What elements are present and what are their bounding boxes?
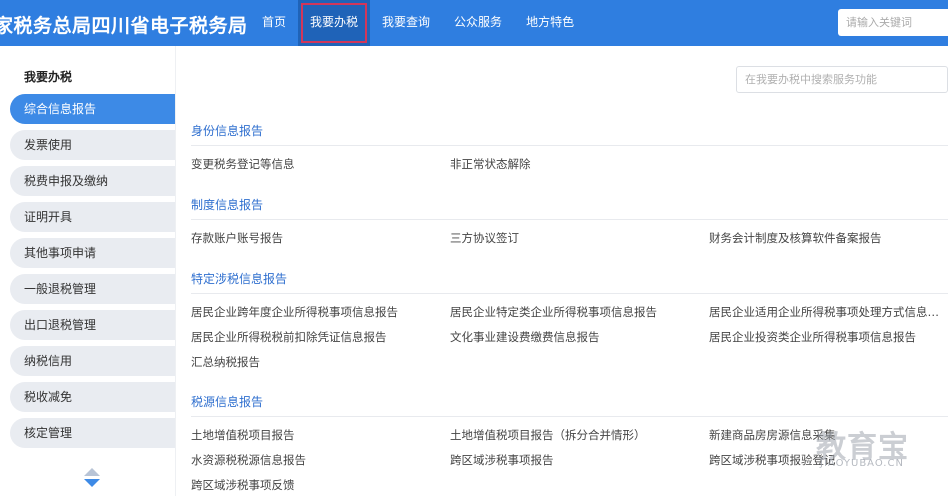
link-cultural-fee-report[interactable]: 文化事业建设费缴费信息报告 bbox=[450, 329, 600, 345]
link-cit-treatment-report[interactable]: 居民企业适用企业所得税事项处理方式信息… bbox=[709, 304, 939, 320]
sidebar-item-certificate[interactable]: 证明开具 bbox=[10, 202, 175, 232]
link-cross-year-cit-report[interactable]: 居民企业跨年度企业所得税事项信息报告 bbox=[191, 304, 398, 320]
sidebar-item-tax-filing[interactable]: 税费申报及缴纳 bbox=[10, 166, 175, 196]
section-divider bbox=[191, 416, 948, 417]
main-nav: 首页 我要办税 我要查询 公众服务 地方特色 bbox=[250, 0, 586, 46]
header-search-box bbox=[838, 9, 948, 36]
service-search-input[interactable] bbox=[745, 67, 947, 92]
site-brand: 家税务总局四川省电子税务局 bbox=[0, 15, 248, 37]
sidebar-item-general-refund[interactable]: 一般退税管理 bbox=[10, 274, 175, 304]
sidebar-item-invoice-use[interactable]: 发票使用 bbox=[10, 130, 175, 160]
top-header: 家税务总局四川省电子税务局 首页 我要办税 我要查询 公众服务 地方特色 bbox=[0, 0, 948, 46]
sidebar-item-comprehensive-report[interactable]: 综合信息报告 bbox=[10, 94, 175, 124]
sidebar-title: 我要办税 bbox=[24, 70, 73, 84]
link-pretax-deduction-report[interactable]: 居民企业所得税税前扣除凭证信息报告 bbox=[191, 329, 387, 345]
section-title-institution: 制度信息报告 bbox=[191, 198, 264, 212]
link-water-resource-tax[interactable]: 水资源税税源信息报告 bbox=[191, 452, 306, 468]
link-consolidated-tax-report[interactable]: 汇总纳税报告 bbox=[191, 354, 260, 370]
nav-public-service[interactable]: 公众服务 bbox=[442, 0, 514, 46]
sidebar-item-other-applications[interactable]: 其他事项申请 bbox=[10, 238, 175, 268]
link-investment-cit-report[interactable]: 居民企业投资类企业所得税事项信息报告 bbox=[709, 329, 916, 345]
sidebar-item-assessment[interactable]: 核定管理 bbox=[10, 418, 175, 448]
link-cross-region-feedback[interactable]: 跨区域涉税事项反馈 bbox=[191, 477, 295, 493]
section-divider bbox=[191, 219, 948, 220]
sidebar-item-export-refund[interactable]: 出口退税管理 bbox=[10, 310, 175, 340]
section-title-specific-tax: 特定涉税信息报告 bbox=[191, 272, 288, 286]
nav-local-features[interactable]: 地方特色 bbox=[514, 0, 586, 46]
header-search-input[interactable] bbox=[846, 9, 948, 36]
nav-query[interactable]: 我要查询 bbox=[370, 0, 442, 46]
section-divider bbox=[191, 145, 948, 146]
link-accounting-system-filing[interactable]: 财务会计制度及核算软件备案报告 bbox=[709, 230, 882, 246]
section-divider bbox=[191, 293, 948, 294]
watermark-url: JIAOYUBAO.CN bbox=[820, 458, 904, 469]
service-search-box bbox=[736, 66, 948, 93]
sidebar-scroll-control[interactable] bbox=[84, 468, 102, 487]
watermark-logo: 教育宝 JIAOYUBAO.CN bbox=[810, 418, 948, 496]
link-land-vat-project[interactable]: 土地增值税项目报告 bbox=[191, 427, 295, 443]
sidebar-item-tax-reduction[interactable]: 税收减免 bbox=[10, 382, 175, 412]
link-abnormal-status-release[interactable]: 非正常状态解除 bbox=[450, 156, 531, 172]
nav-tax-handling[interactable]: 我要办税 bbox=[298, 0, 371, 46]
link-tripartite-agreement[interactable]: 三方协议签订 bbox=[450, 230, 519, 246]
link-land-vat-split-merge[interactable]: 土地增值税项目报告（拆分合并情形） bbox=[450, 427, 646, 443]
section-title-identity: 身份信息报告 bbox=[191, 124, 264, 138]
sidebar-item-tax-credit[interactable]: 纳税信用 bbox=[10, 346, 175, 376]
scroll-up-icon[interactable] bbox=[84, 468, 100, 476]
scroll-down-icon[interactable] bbox=[84, 479, 100, 487]
link-change-registration[interactable]: 变更税务登记等信息 bbox=[191, 156, 295, 172]
link-cross-region-report[interactable]: 跨区域涉税事项报告 bbox=[450, 452, 554, 468]
nav-home[interactable]: 首页 bbox=[250, 0, 298, 46]
sidebar-menu: 综合信息报告 发票使用 税费申报及缴纳 证明开具 其他事项申请 一般退税管理 出… bbox=[10, 94, 175, 454]
section-title-tax-source: 税源信息报告 bbox=[191, 395, 264, 409]
link-deposit-account-report[interactable]: 存款账户账号报告 bbox=[191, 230, 283, 246]
sidebar: 我要办税 综合信息报告 发票使用 税费申报及缴纳 证明开具 其他事项申请 一般退… bbox=[0, 46, 175, 496]
link-specific-cit-report[interactable]: 居民企业特定类企业所得税事项信息报告 bbox=[450, 304, 657, 320]
